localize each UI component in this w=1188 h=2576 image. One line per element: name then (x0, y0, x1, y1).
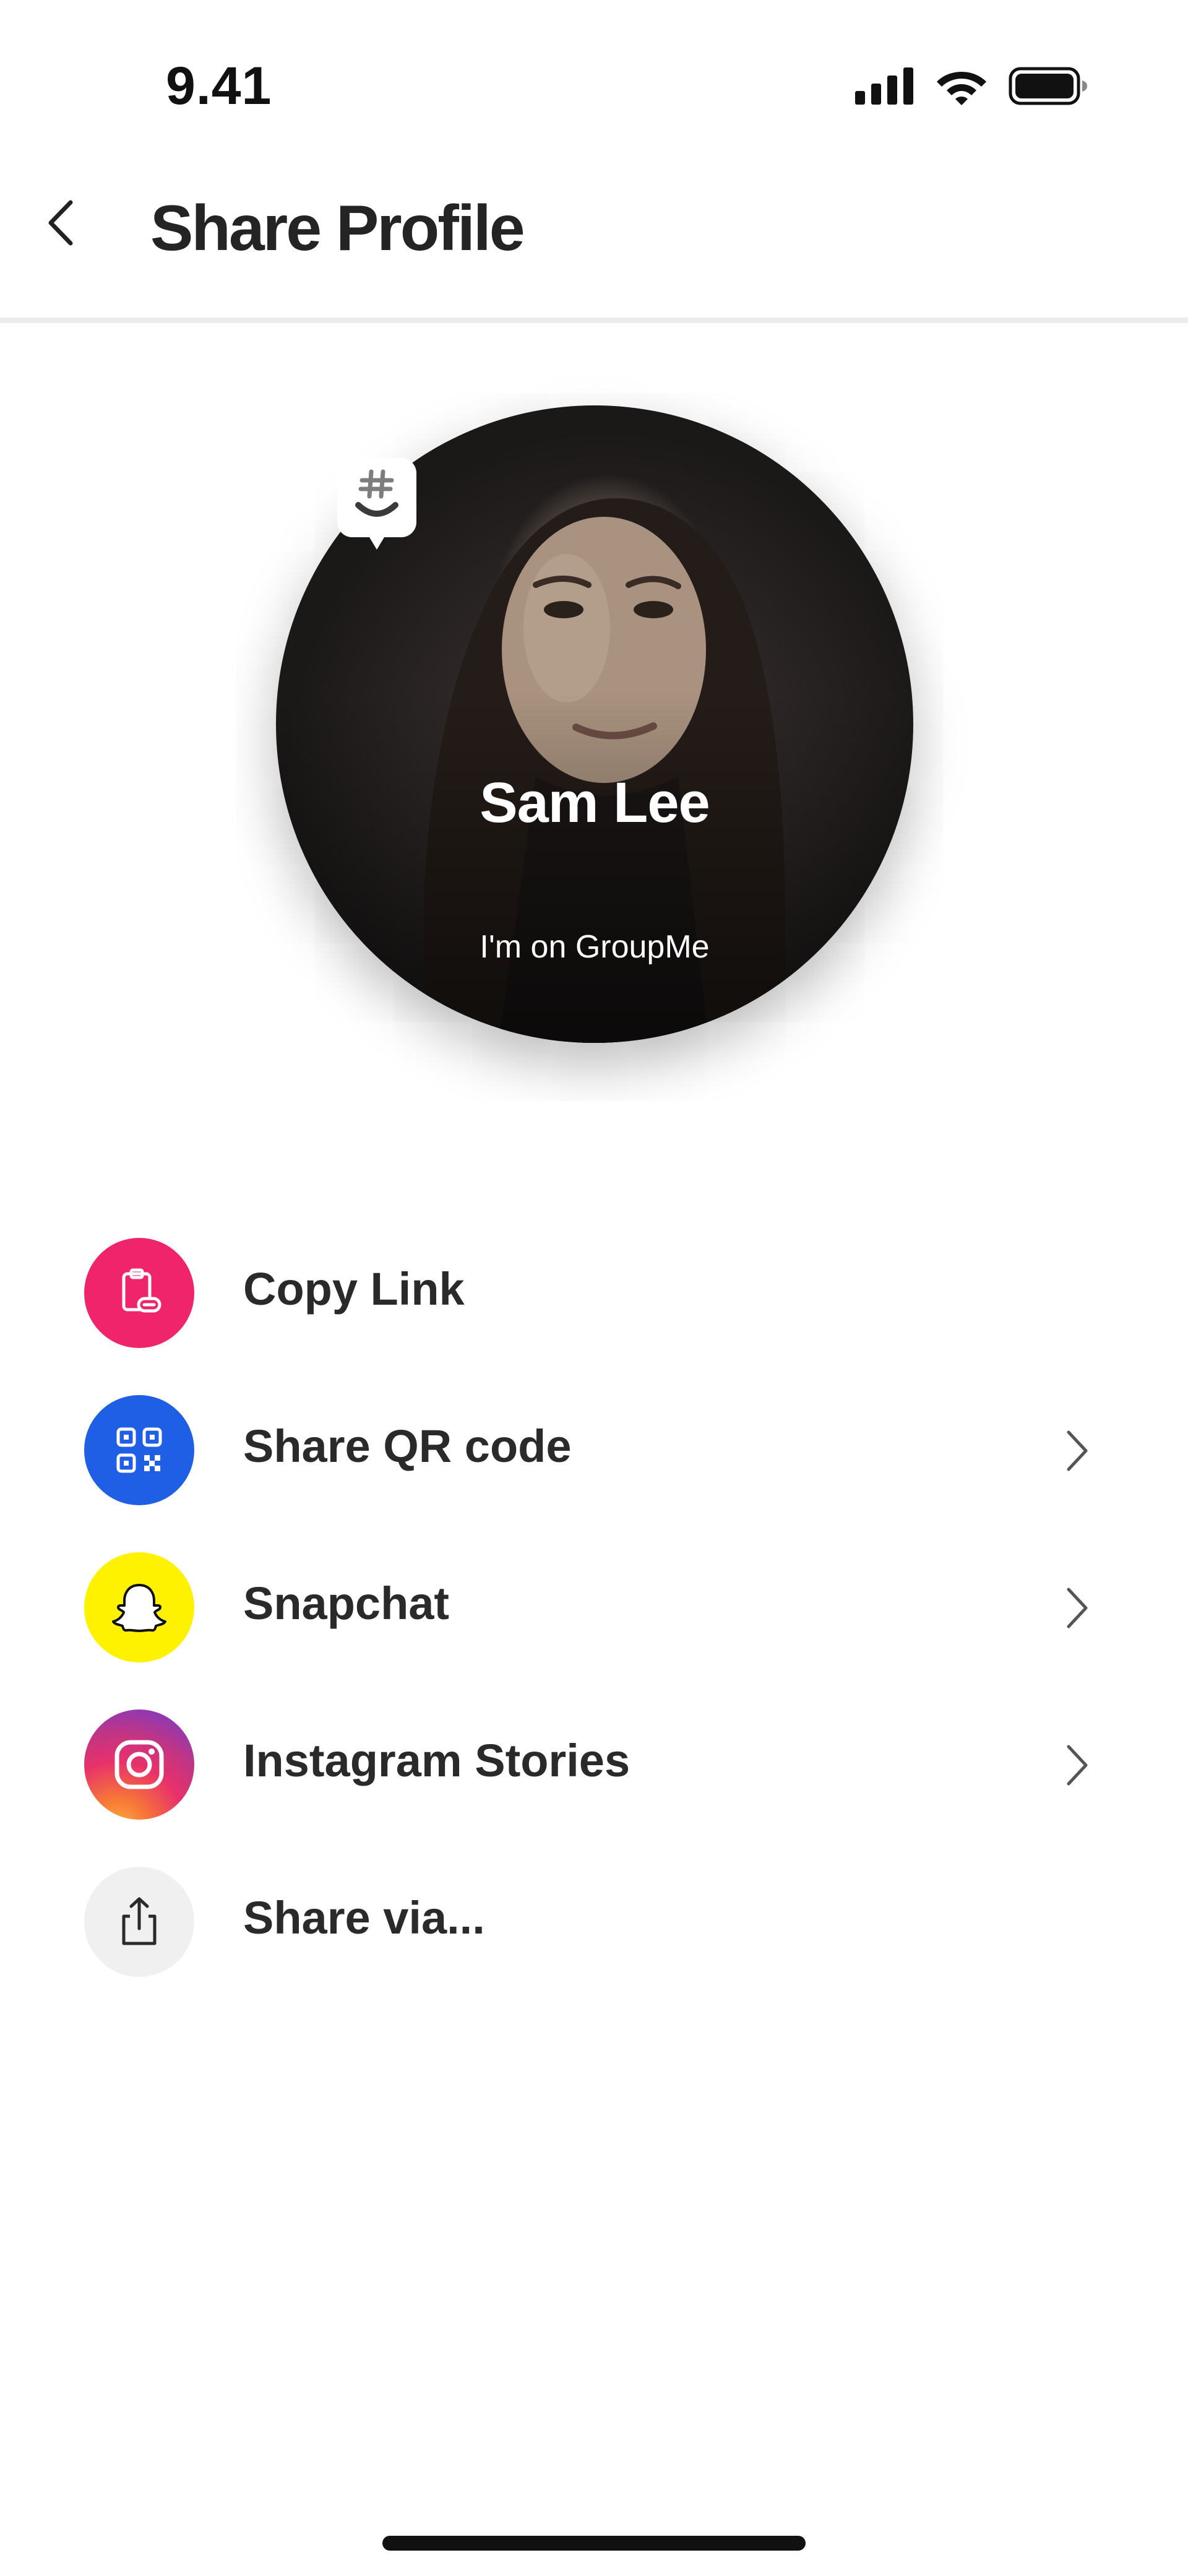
header-divider (0, 318, 1188, 323)
share-option-label: Share QR code (243, 1420, 572, 1472)
battery-icon (1009, 67, 1087, 105)
instagram-icon-circle (84, 1709, 194, 1820)
back-button[interactable] (36, 189, 85, 257)
snapchat-icon-circle (84, 1552, 194, 1662)
chevron-right-icon (1067, 1430, 1088, 1471)
page-title: Share Profile (150, 192, 525, 264)
share-options-list: Copy Link Share QR code Snapchat Instagr… (0, 1238, 1188, 2024)
cellular-signal-icon (855, 67, 913, 105)
share-option-label: Copy Link (243, 1263, 465, 1315)
share-via-icon-circle (84, 1867, 194, 1977)
qr-code-icon-circle (84, 1395, 194, 1505)
profile-name: Sam Lee (480, 771, 710, 834)
share-option-copy-link[interactable]: Copy Link (0, 1238, 1188, 1395)
share-option-instagram-stories[interactable]: Instagram Stories (0, 1709, 1188, 1867)
clipboard-link-icon (122, 1268, 161, 1313)
wifi-icon (937, 72, 986, 105)
instagram-icon (114, 1740, 164, 1789)
share-option-qr-code[interactable]: Share QR code (0, 1395, 1188, 1552)
share-option-label: Snapchat (243, 1578, 450, 1629)
copy-link-icon-circle (84, 1238, 194, 1348)
share-option-share-via[interactable]: Share via... (0, 1867, 1188, 2024)
profile-subtitle: I'm on GroupMe (480, 929, 710, 965)
share-option-label: Share via... (243, 1892, 485, 1943)
share-option-snapchat[interactable]: Snapchat (0, 1552, 1188, 1709)
status-icons (855, 67, 1089, 105)
groupme-logo-icon (337, 458, 416, 550)
snapchat-ghost-icon (112, 1584, 166, 1632)
status-time: 9.41 (166, 56, 272, 116)
qr-code-icon (116, 1427, 162, 1473)
home-indicator[interactable] (382, 2536, 806, 2551)
share-profile-screen: 9.41 Share Profile Sam Lee I'm on GroupM… (0, 0, 1188, 2576)
share-option-label: Instagram Stories (243, 1735, 631, 1786)
chevron-left-icon (48, 200, 73, 246)
share-upload-icon (122, 1897, 157, 1945)
chevron-right-icon (1067, 1745, 1088, 1786)
chevron-right-icon (1067, 1588, 1088, 1628)
